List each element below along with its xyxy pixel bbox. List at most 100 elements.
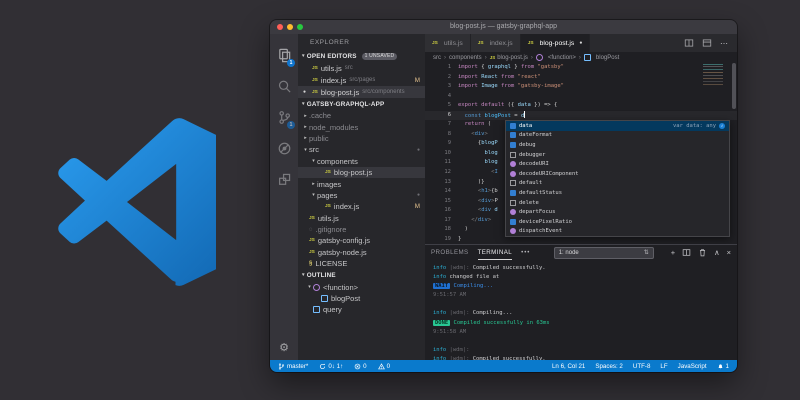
suggest-item[interactable]: debug <box>506 140 729 150</box>
gear-icon[interactable]: ⚙ <box>270 341 298 354</box>
suggest-item[interactable]: devicePixelRatio <box>506 217 729 227</box>
tree-item[interactable]: JSgatsby-config.js <box>298 235 425 246</box>
tree-item[interactable]: ▾src● <box>298 144 425 155</box>
tree-item[interactable]: JSblog-post.js <box>298 167 425 178</box>
terminal-text: 9:51:58 AM <box>433 329 466 335</box>
tree-item[interactable]: JSgatsby-node.js <box>298 247 425 258</box>
status-spaces[interactable]: Spaces: 2 <box>595 363 623 370</box>
terminal-select[interactable]: 1: node⇅ <box>554 247 654 259</box>
tree-item[interactable]: ◌.gitignore <box>298 224 425 235</box>
terminal-output[interactable]: info |wdm|: Compiled successfully.info c… <box>425 260 737 364</box>
open-editor-item[interactable]: JSindex.jssrc/pagesM <box>298 74 425 86</box>
outline-item[interactable]: ▾<function> <box>298 281 425 292</box>
bell-icon <box>717 363 724 370</box>
outline-item[interactable]: query <box>298 304 425 315</box>
tab-index-js[interactable]: JSindex.js <box>471 34 521 52</box>
tab-blog-post-js[interactable]: JSblog-post.js● <box>521 34 591 52</box>
maximize-panel-icon[interactable]: ∧ <box>714 249 720 257</box>
editor-scrollbar[interactable] <box>732 63 736 109</box>
open-editor-item[interactable]: JSutils.jssrc <box>298 62 425 74</box>
suggest-item[interactable]: delete <box>506 198 729 208</box>
trash-icon[interactable] <box>698 248 707 257</box>
status-bell[interactable]: 1 <box>717 363 729 370</box>
suggest-item[interactable]: decodeURI <box>506 159 729 169</box>
open-editor-item[interactable]: ●JSblog-post.jssrc/components <box>298 86 425 98</box>
activity-item-search[interactable] <box>270 71 298 102</box>
tree-item[interactable]: ▾components <box>298 156 425 167</box>
file-path: src/pages <box>349 77 375 83</box>
minimap[interactable] <box>703 64 729 110</box>
tree-item[interactable]: ▾pages● <box>298 190 425 201</box>
status-ln[interactable]: Ln 6, Col 21 <box>552 363 585 370</box>
more-actions-icon[interactable]: ⋯ <box>720 39 729 48</box>
status-sync[interactable]: 0↓ 1↑ <box>319 363 343 370</box>
tab-label: blog-post.js <box>540 40 575 47</box>
layout-icon[interactable] <box>702 38 712 48</box>
code-line[interactable]: 6 const blogPost = d <box>425 111 737 121</box>
keyword-kind-icon <box>510 152 516 158</box>
status-error[interactable]: 0 <box>354 363 366 370</box>
status-javascript[interactable]: JavaScript <box>678 363 707 370</box>
tree-item[interactable]: ▸.cache <box>298 110 425 121</box>
status-utf-8[interactable]: UTF-8 <box>633 363 651 370</box>
suggest-item[interactable]: departFocus <box>506 207 729 217</box>
suggest-item[interactable]: defaultStatus <box>506 188 729 198</box>
breadcrumb-item[interactable]: components <box>449 55 482 61</box>
suggest-item[interactable]: dateFormat <box>506 131 729 141</box>
breadcrumb-item[interactable]: blogPost <box>584 54 619 61</box>
activity-item-extensions[interactable] <box>270 164 298 195</box>
token: data <box>518 102 531 108</box>
open-editors-header[interactable]: ▾OPEN EDITORS1 UNSAVED <box>298 50 425 62</box>
panel-tab-problems[interactable]: PROBLEMS <box>431 245 469 260</box>
code-line[interactable]: 4 <box>425 92 737 102</box>
close-panel-icon[interactable]: × <box>727 249 731 257</box>
tree-item[interactable]: ▸public <box>298 133 425 144</box>
new-terminal-icon[interactable]: + <box>671 249 675 257</box>
outline-header[interactable]: ▾OUTLINE <box>298 269 425 281</box>
activity-item-debug[interactable] <box>270 133 298 164</box>
terminal-line: info |wdm|: Compiled successfully. <box>433 264 737 273</box>
status-warning[interactable]: 0 <box>378 363 390 370</box>
branch-icon <box>278 363 285 370</box>
title-bar[interactable]: blog-post.js — gatsby-graphql-app <box>270 20 737 34</box>
gitignore-icon: ◌ <box>309 227 313 233</box>
suggest-item[interactable]: decodeURIComponent <box>506 169 729 179</box>
tab-utils-js[interactable]: JSutils.js <box>425 34 471 52</box>
code-line[interactable]: 1import { graphql } from "gatsby" <box>425 63 737 73</box>
code-line[interactable]: 3import Image from "gatsby-image" <box>425 82 737 92</box>
panel-tab-terminal[interactable]: TERMINAL <box>478 245 513 260</box>
token <box>458 121 465 127</box>
var-kind-icon <box>510 190 516 196</box>
breadcrumb[interactable]: src›components›JSblog-post.js›<function>… <box>425 52 737 63</box>
suggest-item[interactable]: default <box>506 179 729 189</box>
status-branch[interactable]: master* <box>278 363 308 370</box>
code-line[interactable]: 2import React from "react" <box>425 73 737 83</box>
outline-label: OUTLINE <box>307 272 336 279</box>
tree-item[interactable]: JSindex.jsM <box>298 201 425 212</box>
code-line[interactable]: 5export default ({ data }) => { <box>425 101 737 111</box>
breadcrumb-item[interactable]: <function> <box>536 54 576 61</box>
tree-item[interactable]: §LICENSE <box>298 258 425 269</box>
breadcrumb-item[interactable]: src <box>433 55 441 61</box>
activity-item-explorer[interactable]: 1 <box>270 40 298 71</box>
project-header[interactable]: ▾GATSBY-GRAPHQL-APP <box>298 98 425 110</box>
code-editor[interactable]: 1import { graphql } from "gatsby"2import… <box>425 63 737 244</box>
tree-item[interactable]: ▸images <box>298 178 425 189</box>
status-lf[interactable]: LF <box>660 363 667 370</box>
suggest-item[interactable]: datavar data: anyi <box>506 121 729 131</box>
tree-item[interactable]: JSutils.js <box>298 213 425 224</box>
activity-item-source-control[interactable]: 1 <box>270 102 298 133</box>
chevron-down-icon: ▾ <box>310 192 317 198</box>
suggest-item[interactable]: debugger <box>506 150 729 160</box>
workbench: 11⚙ EXPLORER ▾OPEN EDITORS1 UNSAVEDJSuti… <box>270 34 737 360</box>
status-label: master* <box>287 363 308 370</box>
split-editor-icon[interactable] <box>684 38 694 48</box>
suggest-item[interactable]: dispatchEvent <box>506 227 729 237</box>
panel-more-icon[interactable]: ••• <box>521 250 530 256</box>
split-terminal-icon[interactable] <box>682 248 691 257</box>
breadcrumb-item[interactable]: JSblog-post.js <box>490 55 528 61</box>
terminal-select-value: 1: node <box>559 250 579 256</box>
text-cursor <box>524 111 525 118</box>
tree-item[interactable]: ▸node_modules <box>298 121 425 132</box>
outline-item[interactable]: blogPost <box>298 293 425 304</box>
